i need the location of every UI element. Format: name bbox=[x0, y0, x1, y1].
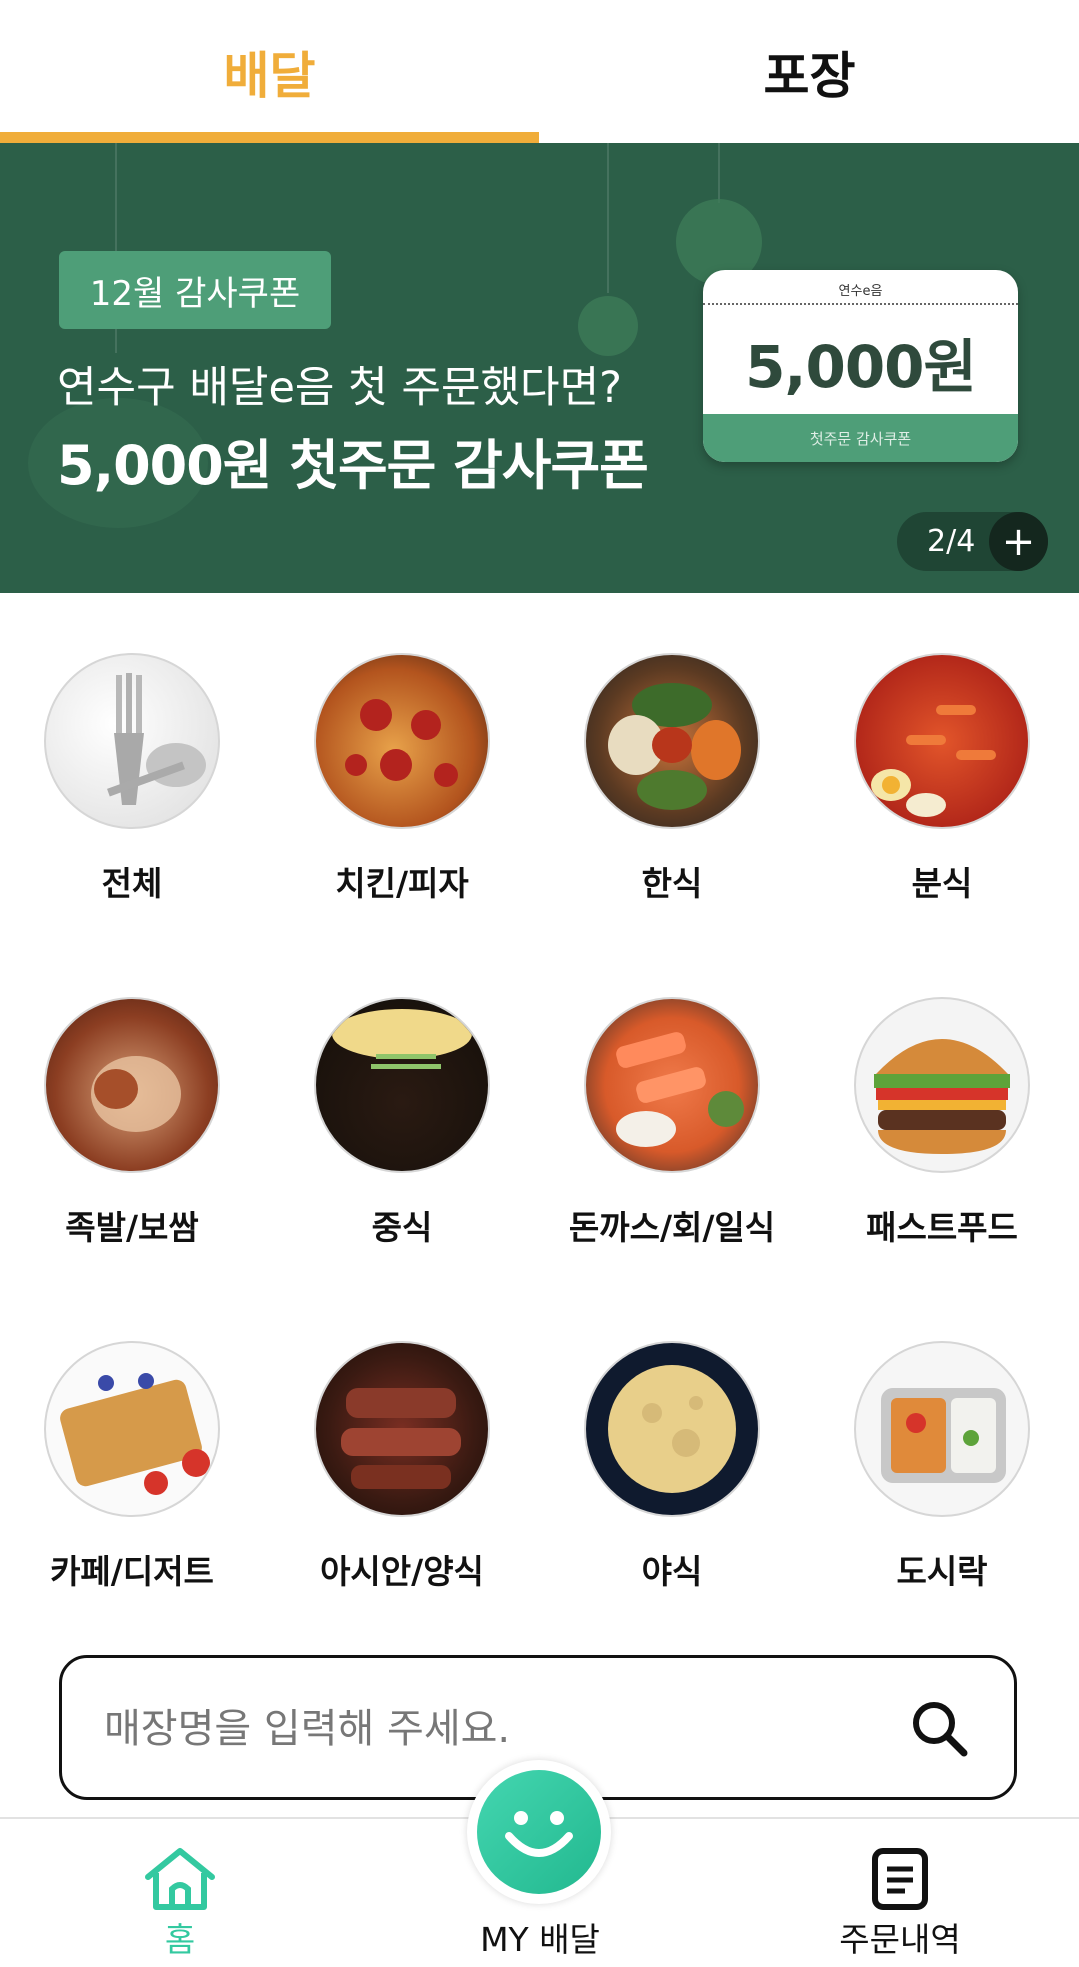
top-tabs: 배달 포장 bbox=[0, 0, 1079, 143]
category-label: 아시안/양식 bbox=[320, 1552, 484, 1591]
banner-pager: 2/4 + bbox=[897, 512, 1048, 571]
category-fastfood[interactable]: 패스트푸드 bbox=[810, 997, 1040, 1297]
jajangmyeon-image bbox=[314, 997, 490, 1173]
steak-image bbox=[314, 1341, 490, 1517]
tab-pickup[interactable]: 포장 bbox=[540, 0, 1079, 143]
nav-orders-label: 주문내역 bbox=[839, 1920, 961, 1959]
tab-delivery[interactable]: 배달 bbox=[0, 0, 539, 143]
coupon-divider bbox=[703, 303, 1018, 305]
lunchbox-image bbox=[854, 1341, 1030, 1517]
category-label: 분식 bbox=[911, 864, 973, 903]
my-delivery-button[interactable] bbox=[467, 1760, 611, 1904]
coupon-amount: 5,000원 bbox=[745, 333, 977, 401]
moon-image bbox=[584, 1341, 760, 1517]
category-label: 족발/보쌈 bbox=[65, 1208, 199, 1247]
category-label: 치킨/피자 bbox=[335, 864, 469, 903]
banner-subtitle: 연수구 배달e음 첫 주문했다면? bbox=[57, 363, 623, 413]
coupon-card: 연수e음 5,000원 첫주문 감사쿠폰 bbox=[703, 270, 1018, 462]
receipt-icon bbox=[872, 1848, 928, 1910]
search-icon[interactable] bbox=[909, 1698, 969, 1758]
bibimbap-image bbox=[584, 653, 760, 829]
nav-my-label: MY 배달 bbox=[480, 1920, 600, 1959]
category-korean[interactable]: 한식 bbox=[540, 653, 770, 953]
coupon-issuer: 연수e음 bbox=[838, 284, 883, 299]
category-label: 카페/디저트 bbox=[50, 1552, 214, 1591]
category-late-night[interactable]: 야식 bbox=[540, 1341, 770, 1641]
category-label: 패스트푸드 bbox=[866, 1208, 1018, 1247]
plus-icon[interactable]: + bbox=[989, 512, 1048, 571]
category-jokbal[interactable]: 족발/보쌈 bbox=[0, 997, 230, 1297]
burger-image bbox=[854, 997, 1030, 1173]
category-label: 도시락 bbox=[896, 1552, 988, 1591]
category-chicken-pizza[interactable]: 치킨/피자 bbox=[270, 653, 500, 953]
jokbal-image bbox=[44, 997, 220, 1173]
category-label: 전체 bbox=[101, 864, 163, 903]
nav-orders[interactable]: 주문내역 bbox=[790, 1819, 1010, 1967]
category-all[interactable]: 전체 bbox=[0, 653, 230, 953]
category-asian-western[interactable]: 아시안/양식 bbox=[270, 1341, 500, 1641]
ornament-string bbox=[607, 143, 609, 293]
promo-banner[interactable]: 12월 감사쿠폰 연수구 배달e음 첫 주문했다면? 5,000원 첫주문 감사… bbox=[0, 143, 1079, 593]
category-chinese[interactable]: 중식 bbox=[270, 997, 500, 1297]
waffle-image bbox=[44, 1341, 220, 1517]
banner-title: 5,000원 첫주문 감사쿠폰 bbox=[57, 434, 649, 497]
pager-count: 2/4 bbox=[927, 524, 976, 559]
nav-home[interactable]: 홈 bbox=[70, 1819, 290, 1967]
category-snack[interactable]: 분식 bbox=[810, 653, 1040, 953]
ornament-string bbox=[718, 143, 720, 203]
category-label: 돈까스/회/일식 bbox=[568, 1208, 776, 1247]
fork-spoon-image bbox=[44, 653, 220, 829]
tteokbokki-image bbox=[854, 653, 1030, 829]
category-lunchbox[interactable]: 도시락 bbox=[810, 1341, 1040, 1641]
category-cafe[interactable]: 카페/디저트 bbox=[0, 1341, 230, 1641]
active-tab-indicator bbox=[0, 132, 539, 143]
banner-badge: 12월 감사쿠폰 bbox=[59, 251, 331, 329]
category-label: 한식 bbox=[641, 864, 703, 903]
nav-home-label: 홈 bbox=[164, 1920, 196, 1959]
ornament-icon bbox=[578, 296, 638, 356]
home-icon bbox=[145, 1848, 215, 1910]
smiley-icon bbox=[477, 1770, 601, 1894]
category-label: 중식 bbox=[371, 1208, 433, 1247]
category-label: 야식 bbox=[641, 1552, 703, 1591]
coupon-caption: 첫주문 감사쿠폰 bbox=[703, 414, 1018, 462]
category-japanese[interactable]: 돈까스/회/일식 bbox=[540, 997, 775, 1297]
pizza-image bbox=[314, 653, 490, 829]
sashimi-image bbox=[584, 997, 760, 1173]
